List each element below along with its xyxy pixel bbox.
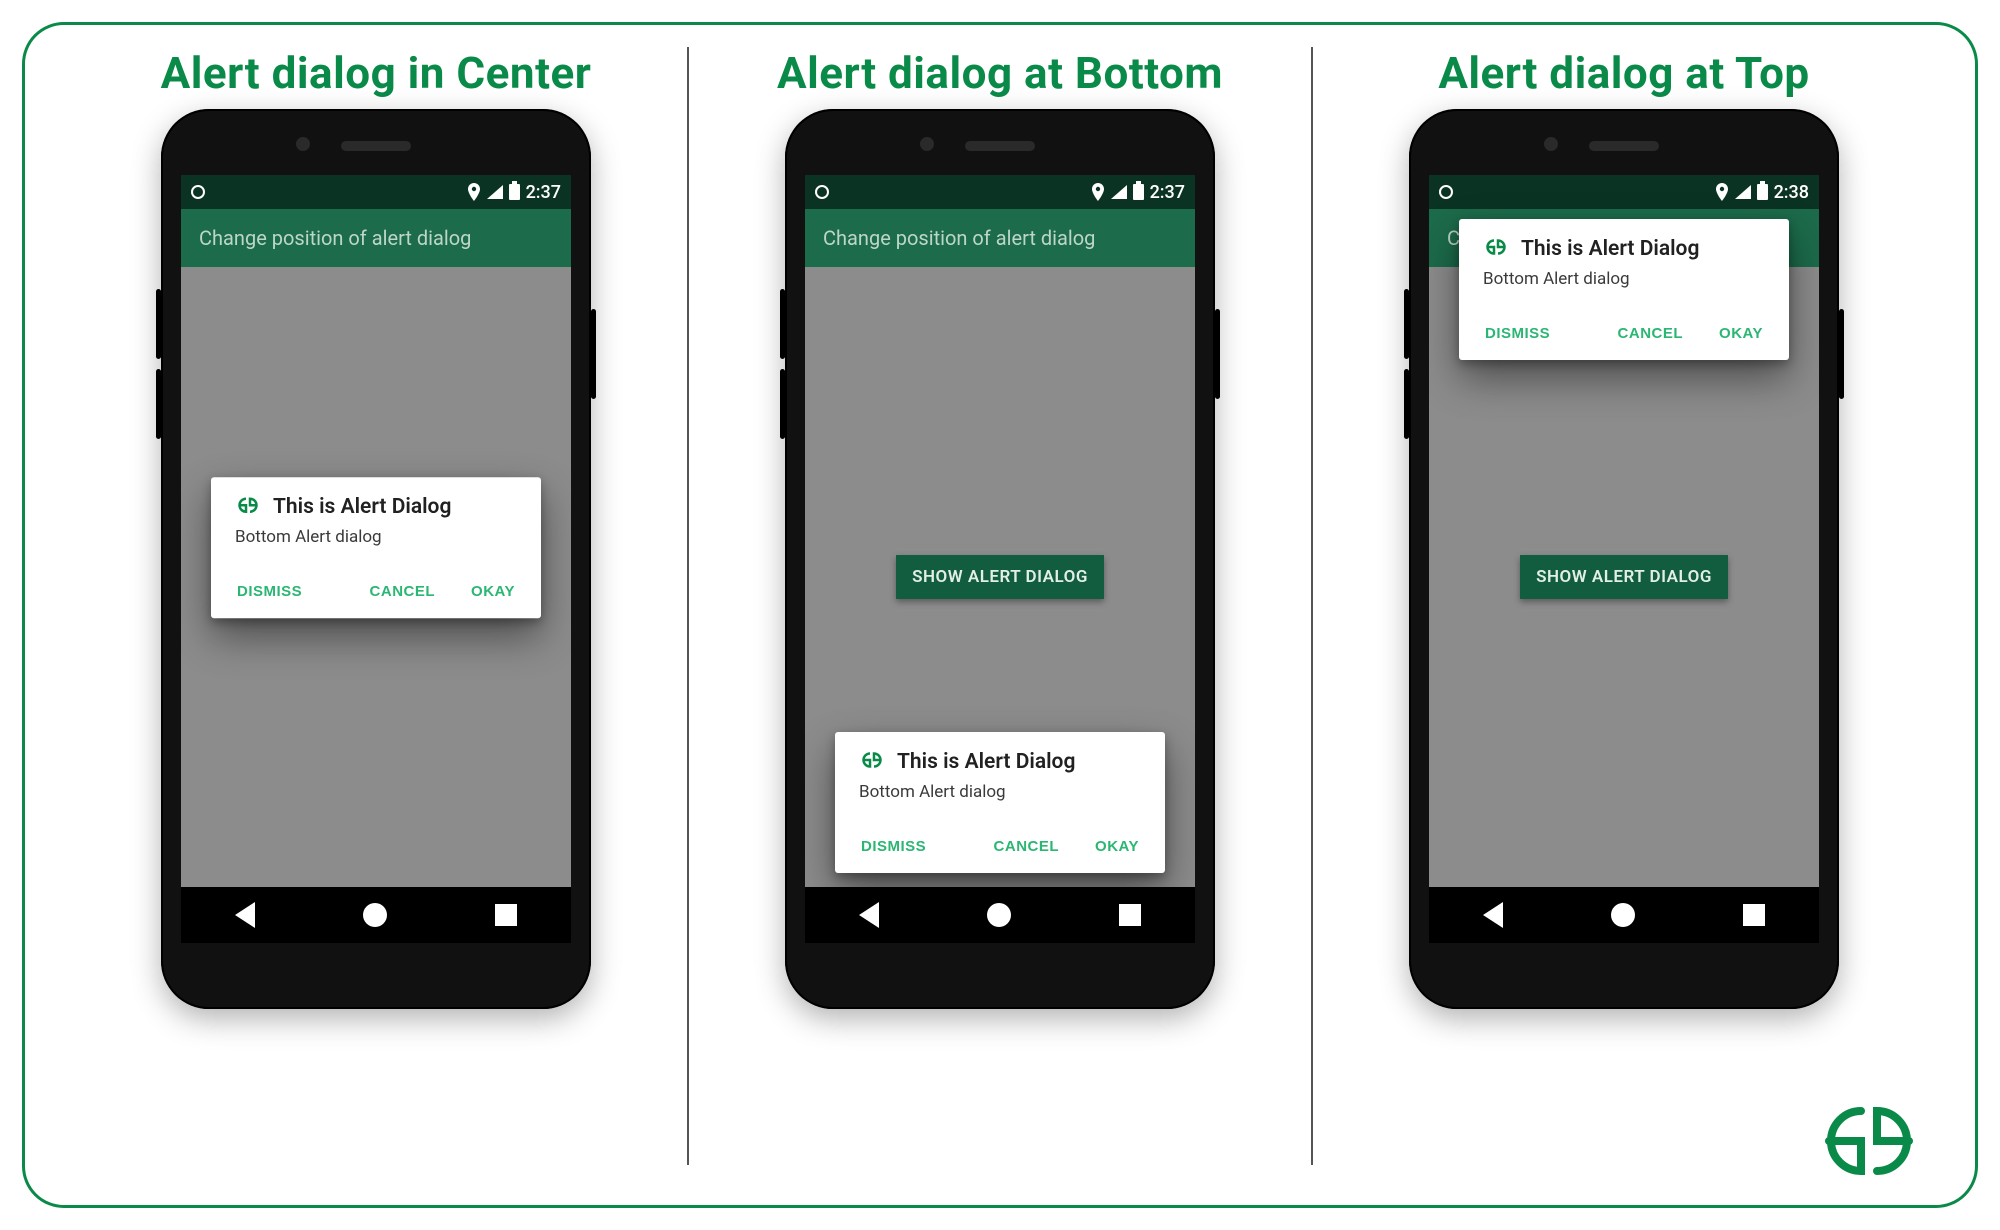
alert-dialog: This is Alert Dialog Bottom Alert dialog… (835, 732, 1165, 873)
column-bottom: Alert dialog at Bottom 2:37 (687, 47, 1311, 1165)
power-button (591, 309, 596, 399)
back-icon[interactable] (1483, 902, 1503, 928)
volume-down-button (1404, 369, 1409, 439)
dialog-message: Bottom Alert dialog (235, 527, 519, 547)
status-bar: 2:37 (181, 175, 571, 209)
system-nav-bar (181, 887, 571, 943)
app-bar: Change position of alert dialog (181, 209, 571, 267)
alert-dialog: This is Alert Dialog Bottom Alert dialog… (1459, 219, 1789, 360)
power-button (1215, 309, 1220, 399)
gfg-logo (1799, 1099, 1939, 1187)
show-alert-dialog-button[interactable]: SHOW ALERT DIALOG (1520, 555, 1728, 599)
notification-dot-icon (191, 185, 205, 199)
gfg-icon (233, 495, 263, 519)
status-time: 2:38 (1774, 182, 1809, 203)
location-icon (467, 183, 481, 201)
power-button (1839, 309, 1844, 399)
battery-icon (1133, 184, 1144, 200)
column-title-top: Alert dialog at Top (1438, 47, 1809, 99)
phone-screen: 2:37 Change position of alert dialog SHO… (805, 175, 1195, 943)
dialog-title: This is Alert Dialog (1521, 237, 1699, 261)
phone-mockup: 2:37 Change position of alert dialog (161, 109, 591, 1009)
back-icon[interactable] (859, 902, 879, 928)
status-time: 2:37 (526, 182, 561, 203)
home-icon[interactable] (1611, 903, 1635, 927)
dialog-message: Bottom Alert dialog (1483, 269, 1767, 289)
show-alert-dialog-button[interactable]: SHOW ALERT DIALOG (896, 555, 1104, 599)
dismiss-button[interactable]: DISMISS (233, 575, 306, 608)
recents-icon[interactable] (1743, 904, 1765, 926)
status-bar: 2:37 (805, 175, 1195, 209)
dialog-title: This is Alert Dialog (273, 495, 451, 519)
signal-icon (1111, 185, 1127, 199)
home-icon[interactable] (987, 903, 1011, 927)
gfg-icon (857, 750, 887, 774)
back-icon[interactable] (235, 902, 255, 928)
location-icon (1091, 183, 1105, 201)
volume-down-button (156, 369, 161, 439)
battery-icon (509, 184, 520, 200)
recents-icon[interactable] (495, 904, 517, 926)
recents-icon[interactable] (1119, 904, 1141, 926)
notification-dot-icon (815, 185, 829, 199)
battery-icon (1757, 184, 1768, 200)
cancel-button[interactable]: CANCEL (990, 830, 1064, 863)
app-bar: Change position of alert dialog (805, 209, 1195, 267)
column-title-bottom: Alert dialog at Bottom (777, 47, 1223, 99)
column-title-center: Alert dialog in Center (161, 47, 592, 99)
phone-mockup: 2:37 Change position of alert dialog SHO… (785, 109, 1215, 1009)
gfg-icon (1481, 237, 1511, 261)
notification-dot-icon (1439, 185, 1453, 199)
phone-screen: 2:38 Change position of alert dialog SHO… (1429, 175, 1819, 943)
okay-button[interactable]: OKAY (1091, 830, 1143, 863)
column-top: Alert dialog at Top 2:38 (1311, 47, 1935, 1165)
alert-dialog: This is Alert Dialog Bottom Alert dialog… (211, 477, 541, 618)
okay-button[interactable]: OKAY (1715, 317, 1767, 350)
app-body: SHOW ALERT DIALOG (1429, 267, 1819, 887)
dialog-title: This is Alert Dialog (897, 750, 1075, 774)
phone-mockup: 2:38 Change position of alert dialog SHO… (1409, 109, 1839, 1009)
status-time: 2:37 (1150, 182, 1185, 203)
volume-up-button (1404, 289, 1409, 359)
signal-icon (1735, 185, 1751, 199)
volume-up-button (780, 289, 785, 359)
home-icon[interactable] (363, 903, 387, 927)
system-nav-bar (1429, 887, 1819, 943)
status-bar: 2:38 (1429, 175, 1819, 209)
system-nav-bar (805, 887, 1195, 943)
app-bar-title: Change position of alert dialog (199, 226, 471, 250)
phone-screen: 2:37 Change position of alert dialog (181, 175, 571, 943)
dialog-message: Bottom Alert dialog (859, 782, 1143, 802)
dismiss-button[interactable]: DISMISS (1481, 317, 1554, 350)
signal-icon (487, 185, 503, 199)
dismiss-button[interactable]: DISMISS (857, 830, 930, 863)
okay-button[interactable]: OKAY (467, 575, 519, 608)
column-center: Alert dialog in Center 2:37 (65, 47, 687, 1165)
cancel-button[interactable]: CANCEL (1614, 317, 1688, 350)
volume-up-button (156, 289, 161, 359)
location-icon (1715, 183, 1729, 201)
cancel-button[interactable]: CANCEL (366, 575, 440, 608)
volume-down-button (780, 369, 785, 439)
comparison-frame: Alert dialog in Center 2:37 (22, 22, 1978, 1208)
app-bar-title: Change position of alert dialog (823, 226, 1095, 250)
